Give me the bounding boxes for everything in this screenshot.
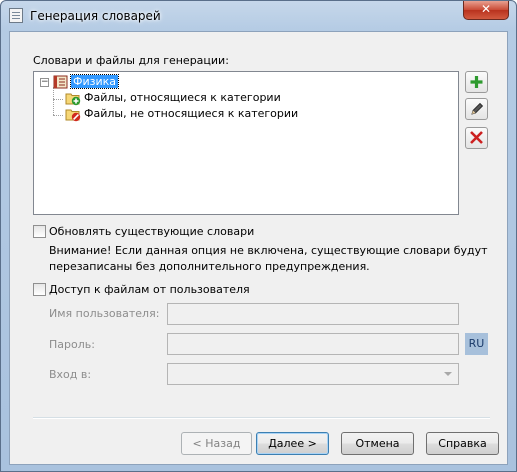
back-button[interactable]: < Назад [181,432,252,455]
next-button[interactable]: Далее > [256,432,329,455]
dictionary-book-icon [53,75,68,89]
login-to-combobox[interactable] [167,363,459,385]
dialog-window: Генерация словарей ✕ Словари и файлы для… [0,0,517,472]
pencil-icon [471,102,484,115]
user-access-checkbox[interactable] [33,283,46,296]
username-label: Имя пользователя: [49,307,160,320]
password-field[interactable] [167,333,459,355]
close-button[interactable]: ✕ [463,1,509,20]
collapse-toggle[interactable]: − [40,78,49,87]
user-access-label[interactable]: Доступ к файлам от пользователя [49,283,250,296]
password-label: Пароль: [49,338,95,351]
folder-exclude-icon [65,109,81,122]
update-warning-line-1: Внимание! Если данная опция не включена,… [49,244,488,257]
dictionaries-section-label: Словари и файлы для генерации: [33,54,229,67]
window-title: Генерация словарей [30,9,161,23]
x-icon [470,131,483,144]
add-dictionary-button[interactable] [465,71,488,93]
dictionaries-tree[interactable]: − Физика Файлы, относящиеся к категории [33,71,459,215]
chevron-down-icon [444,372,452,376]
plus-icon [470,76,483,88]
dialog-client-area: Словари и файлы для генерации: − Физика … [9,31,508,465]
app-icon [9,8,23,23]
title-bar[interactable]: Генерация словарей ✕ [1,1,516,31]
cancel-button[interactable]: Отмена [341,432,414,455]
tree-child-node-exclude[interactable]: Файлы, не относящиеся к категории [84,107,298,120]
tree-root-node[interactable]: Физика [69,74,120,89]
edit-dictionary-button[interactable] [465,98,488,120]
delete-dictionary-button[interactable] [465,127,488,149]
update-dictionaries-checkbox[interactable] [33,225,46,238]
tree-connector [53,87,54,115]
keyboard-language-indicator: RU [465,333,488,355]
update-warning-line-2: перезаписаны без дополнительного предупр… [49,260,370,273]
username-field[interactable] [167,303,459,325]
login-to-label: Вход в: [49,368,92,381]
update-dictionaries-label[interactable]: Обновлять существующие словари [49,225,254,238]
tree-connector [53,99,63,100]
help-button[interactable]: Справка [426,432,499,455]
tree-connector [53,115,63,116]
footer-separator [33,417,490,419]
folder-include-icon [65,93,81,106]
tree-child-node-include[interactable]: Файлы, относящиеся к категории [84,91,281,104]
